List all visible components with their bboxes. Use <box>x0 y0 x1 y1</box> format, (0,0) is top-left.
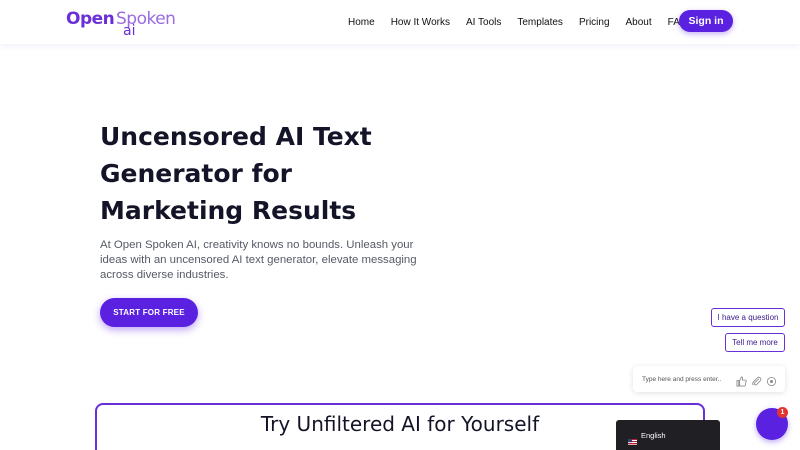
openspoken-logo[interactable]: Open Spoken ai <box>66 9 186 41</box>
settings-icon[interactable] <box>766 374 777 386</box>
hero-title-line-2: Generator for <box>100 159 292 188</box>
language-label: English <box>641 430 666 440</box>
nav-how-it-works[interactable]: How It Works <box>391 17 450 28</box>
unread-badge: 1 <box>777 407 788 418</box>
try-unfiltered-section: Try Unfiltered AI for Yourself <box>95 403 705 450</box>
hero-title-line-3: Marketing Results <box>100 196 357 225</box>
start-for-free-button[interactable]: START FOR FREE <box>100 298 198 327</box>
nav-pricing[interactable]: Pricing <box>579 17 610 28</box>
us-flag-icon <box>628 432 637 445</box>
main-nav: Home How It Works AI Tools Templates Pri… <box>348 0 704 44</box>
logo-open-text: Open <box>66 9 115 29</box>
nav-about[interactable]: About <box>626 17 652 28</box>
hero-description: At Open Spoken AI, creativity knows no b… <box>100 239 417 281</box>
thumbs-up-icon[interactable] <box>736 374 747 386</box>
nav-home[interactable]: Home <box>348 17 375 28</box>
hero-title-line-1: Uncensored AI Text <box>100 122 372 151</box>
chat-suggestion-question[interactable]: I have a question <box>711 308 785 327</box>
sign-in-button[interactable]: Sign in <box>679 10 733 32</box>
chat-suggestion-tell-more[interactable]: Tell me more <box>725 333 785 352</box>
site-header: Open Spoken ai Home How It Works AI Tool… <box>0 0 800 44</box>
paperclip-icon[interactable] <box>751 374 762 385</box>
language-selector[interactable]: English <box>616 420 720 450</box>
hero-title: Uncensored AI Text Generator for Marketi… <box>100 118 420 229</box>
chat-input[interactable] <box>642 375 732 383</box>
nav-ai-tools[interactable]: AI Tools <box>466 17 501 28</box>
nav-templates[interactable]: Templates <box>517 17 563 28</box>
logo-ai-text: ai <box>123 23 136 39</box>
chat-input-bar <box>633 366 785 392</box>
try-section-title: Try Unfiltered AI for Yourself <box>260 412 540 436</box>
